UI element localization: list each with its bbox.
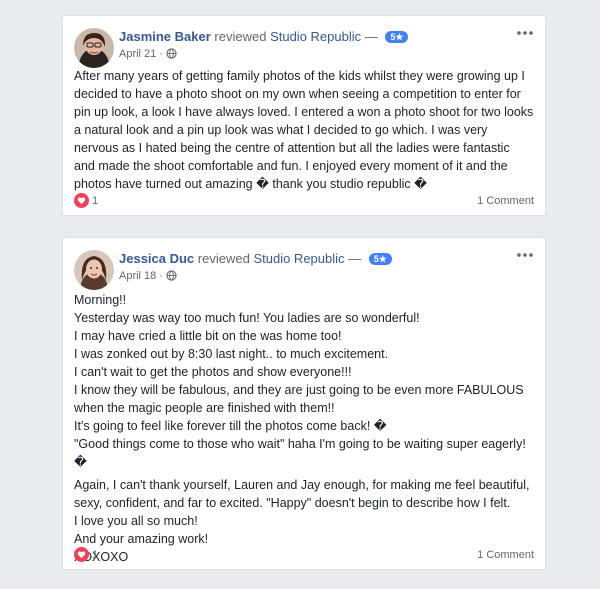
page-name[interactable]: Studio Republic — [270, 29, 361, 44]
review-verb: reviewed — [214, 29, 267, 44]
post-footer: 1 1 Comment — [74, 545, 534, 569]
avatar[interactable] — [74, 28, 114, 68]
comment-count[interactable]: 1 Comment — [477, 195, 534, 207]
heart-icon — [74, 193, 89, 208]
author-name[interactable]: Jessica Duc — [119, 251, 194, 266]
review-paragraph: After many years of getting family photo… — [74, 69, 534, 191]
review-header: Jessica Duc reviewed Studio Republic — 5… — [119, 250, 392, 267]
rating-badge: 5★ — [368, 253, 392, 265]
dash-separator: — — [348, 251, 362, 266]
rating-badge: 5★ — [385, 31, 409, 43]
more-options-icon[interactable] — [515, 248, 535, 262]
more-options-icon[interactable] — [515, 26, 535, 40]
meta-dot: · — [159, 48, 163, 60]
review-text: Morning!! Yesterday was way too much fun… — [74, 291, 534, 566]
post-date[interactable]: April 18 — [119, 270, 156, 282]
like-count: 1 — [92, 548, 99, 561]
review-header: Jasmine Baker reviewed Studio Republic —… — [119, 28, 409, 45]
reactions[interactable]: 1 — [74, 193, 98, 208]
review-text: After many years of getting family photo… — [74, 67, 534, 193]
author-name[interactable]: Jasmine Baker — [119, 29, 211, 44]
post-meta: April 18 · — [119, 269, 177, 285]
globe-icon — [166, 48, 177, 63]
page-name[interactable]: Studio Republic — [253, 251, 344, 266]
review-card: Jasmine Baker reviewed Studio Republic —… — [62, 15, 546, 216]
heart-icon — [74, 547, 89, 562]
globe-icon — [166, 270, 177, 285]
dash-separator: — — [364, 29, 378, 44]
post-meta: April 21 · — [119, 47, 177, 63]
review-card: Jessica Duc reviewed Studio Republic — 5… — [62, 237, 546, 570]
post-date[interactable]: April 21 — [119, 48, 156, 60]
reactions[interactable]: 1 — [74, 547, 98, 562]
review-verb: reviewed — [197, 251, 250, 266]
avatar[interactable] — [74, 250, 114, 290]
like-count: 1 — [92, 194, 99, 207]
comment-count[interactable]: 1 Comment — [477, 549, 534, 561]
post-footer: 1 1 Comment — [74, 191, 534, 215]
review-paragraph: Morning!! Yesterday was way too much fun… — [74, 293, 526, 469]
meta-dot: · — [159, 270, 163, 282]
